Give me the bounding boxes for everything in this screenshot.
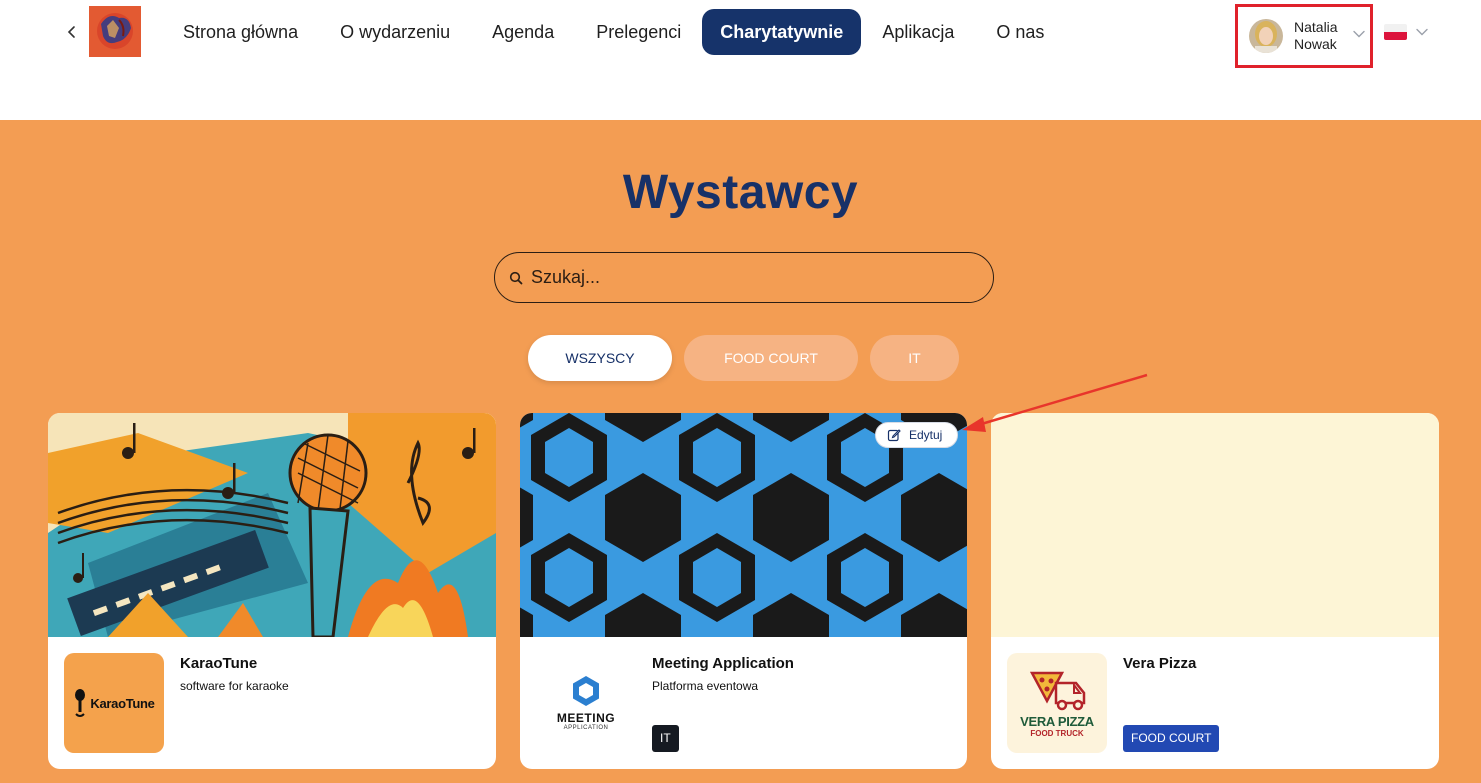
category-tag: FOOD COURT — [1123, 725, 1220, 752]
logo-text: VERA PIZZA — [1020, 713, 1094, 729]
pizza-truck-icon — [1029, 671, 1086, 710]
exhibitor-name: Vera Pizza — [1123, 655, 1197, 672]
main-nav: Strona główna O wydarzeniu Agenda Preleg… — [162, 9, 1065, 55]
edit-button[interactable]: Edytuj — [875, 422, 958, 448]
chevron-left-icon[interactable] — [62, 22, 82, 42]
exhibitor-card[interactable]: Edytuj MEETING APPLICATION Meeting Appli… — [520, 413, 967, 769]
avatar — [1249, 19, 1283, 53]
nav-item-about-us[interactable]: O nas — [975, 9, 1065, 55]
user-menu[interactable]: Natalia Nowak — [1235, 4, 1373, 68]
exhibitor-card[interactable]: VERA PIZZA FOOD TRUCK Vera Pizza FOOD CO… — [991, 413, 1439, 769]
page-title: Wystawcy — [622, 166, 859, 219]
nav-item-about-event[interactable]: O wydarzeniu — [319, 9, 471, 55]
filter-food-court[interactable]: FOOD COURT — [684, 335, 858, 381]
user-last-name: Nowak — [1294, 36, 1337, 52]
exhibitors-section: Wystawcy WSZYSCY FOOD COURT IT — [0, 120, 1481, 783]
filter-it[interactable]: IT — [870, 335, 959, 381]
top-header: Strona główna O wydarzeniu Agenda Preleg… — [0, 0, 1481, 120]
category-tag: IT — [652, 725, 679, 752]
poland-flag-icon — [1384, 24, 1407, 40]
nav-item-agenda[interactable]: Agenda — [471, 9, 575, 55]
edit-button-label: Edytuj — [909, 428, 943, 442]
exhibitor-description: software for karaoke — [180, 679, 289, 693]
exhibitor-name: KaraoTune — [180, 655, 258, 672]
logo-text: MEETING — [556, 711, 616, 725]
nav-item-charity[interactable]: Charytatywnie — [702, 9, 862, 55]
hexagon-logo-icon — [573, 676, 599, 706]
edit-icon — [887, 429, 901, 442]
exhibitor-logo: VERA PIZZA FOOD TRUCK — [1007, 653, 1107, 753]
card-cover-image — [48, 413, 496, 637]
exhibitor-description: Platforma eventowa — [652, 679, 759, 693]
exhibitor-card[interactable]: KaraoTune KaraoTune software for karaoke — [48, 413, 496, 769]
search-icon — [509, 271, 523, 284]
exhibitor-logo: KaraoTune — [64, 653, 164, 753]
user-first-name: Natalia — [1294, 19, 1338, 35]
exhibitor-logo: MEETING APPLICATION — [536, 653, 636, 753]
nav-item-speakers[interactable]: Prelegenci — [575, 9, 702, 55]
nav-item-home[interactable]: Strona główna — [162, 9, 319, 55]
microphone-icon — [75, 689, 86, 717]
search-box[interactable] — [494, 252, 994, 303]
search-input[interactable] — [531, 267, 971, 288]
chevron-down-icon — [1353, 30, 1365, 38]
category-filters: WSZYSCY FOOD COURT IT — [528, 335, 971, 381]
user-name: Natalia Nowak — [1294, 19, 1338, 53]
logo-subtext: FOOD TRUCK — [1030, 728, 1084, 738]
filter-all[interactable]: WSZYSCY — [528, 335, 672, 381]
event-logo[interactable] — [89, 6, 141, 57]
exhibitor-name: Meeting Application — [652, 655, 794, 672]
chevron-down-icon — [1416, 28, 1428, 36]
card-cover-image — [991, 413, 1439, 637]
language-selector[interactable] — [1384, 20, 1434, 44]
logo-subtext: APPLICATION — [563, 725, 609, 731]
logo-text: KaraoTune — [90, 695, 155, 711]
nav-item-app[interactable]: Aplikacja — [861, 9, 975, 55]
